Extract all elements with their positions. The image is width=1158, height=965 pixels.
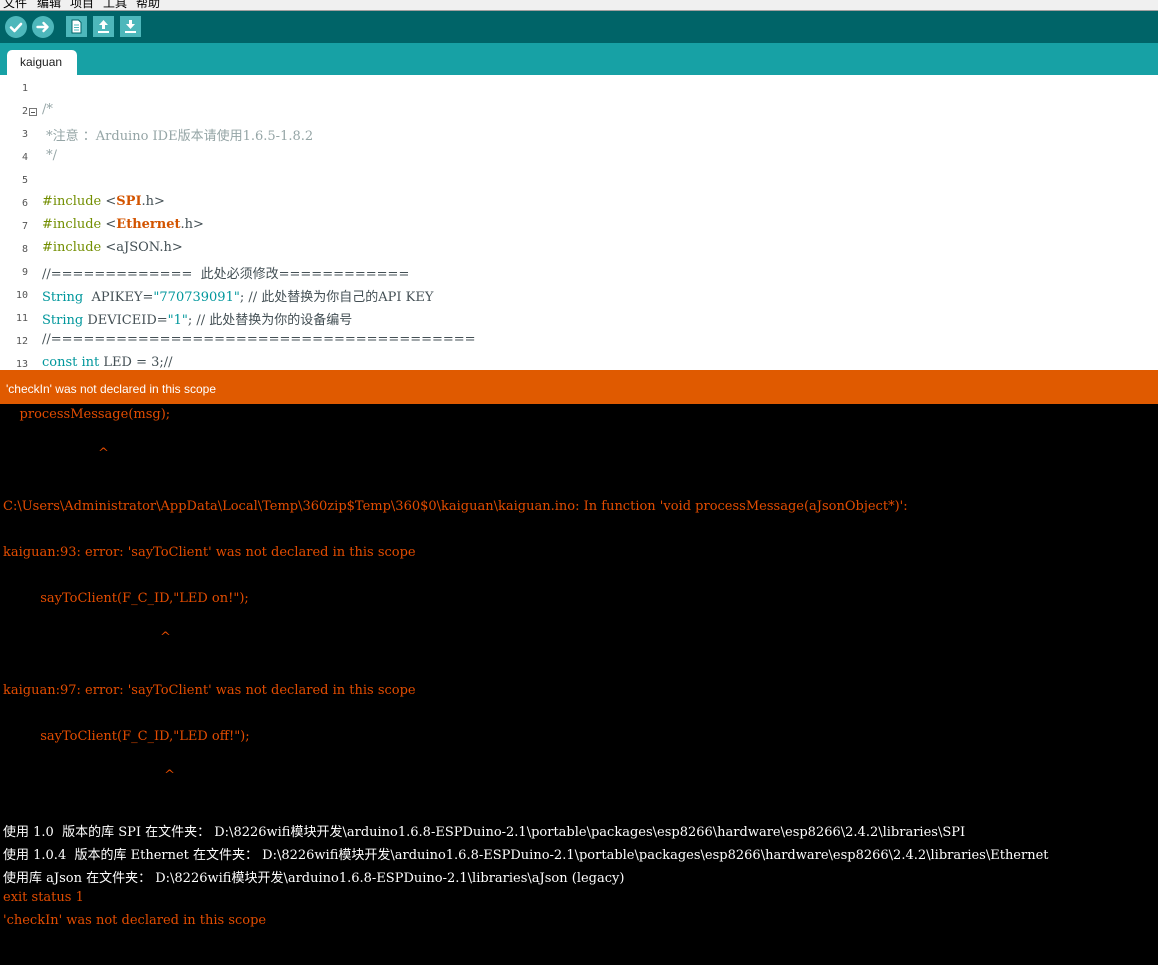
save-icon [125,20,136,33]
tab-kaiguan[interactable]: kaiguan [7,50,77,75]
code-text: <aJSON.h> [105,240,183,255]
code-line-6: #include <SPI.h> [42,194,165,209]
line-number: 6 [21,198,28,209]
code-text: < [105,194,117,209]
upload-icon [36,21,49,33]
status-message: 'checkIn' was not declared in this scope [6,382,217,396]
line-number: 2 [21,106,28,117]
error-status-bar: 'checkIn' was not declared in this scope [0,370,1158,404]
console-line: ^ [3,446,109,461]
code-editor[interactable]: 1 2 3 4 5 6 7 8 9 10 11 12 13 /* *注意 ：Ar… [0,75,1158,370]
line-number: 11 [15,313,28,324]
line-number: 3 [21,129,28,140]
code-text: < [105,217,117,232]
menu-bar: 文件 编辑 项目 工具 帮助 [0,0,1158,11]
type-keyword: String [42,290,84,305]
open-button[interactable] [93,16,114,37]
console-line: kaiguan:97: error: 'sayToClient' was not… [3,683,416,698]
line-number: 7 [21,221,28,232]
code-text: .h> [141,194,165,209]
preprocessor-keyword: #include [42,217,106,232]
console-line: 使用库 aJson 在文件夹： D:\8226wifi模块开发\arduino1… [3,871,625,886]
type-keyword: String [42,313,84,328]
console-line: sayToClient(F_C_ID,"LED off!"); [3,729,250,744]
upload-button[interactable] [32,16,54,38]
new-button[interactable] [66,16,87,37]
save-button[interactable] [120,16,141,37]
code-text: ; // 此处替换为你自己的API KEY [239,290,434,305]
console-line: sayToClient(F_C_ID,"LED on!"); [3,591,249,606]
console-output[interactable]: processMessage(msg); ^ C:\Users\Administ… [0,404,1158,965]
code-line-3: *注意 ：Arduino IDE版本请使用1.6.5-1.8.2 [42,129,314,144]
console-line: 使用 1.0.4 版本的库 Ethernet 在文件夹： D:\8226wifi… [3,848,1049,863]
line-number: 1 [21,83,28,94]
menu-help[interactable]: 帮助 [136,0,160,10]
line-number: 9 [21,267,28,278]
console-line: C:\Users\Administrator\AppData\Local\Tem… [3,499,908,514]
string-literal: "1" [167,313,188,328]
code-line-11: String DEVICEID="1"; // 此处替换为你的设备编号 [42,309,352,328]
line-number: 10 [15,290,28,301]
code-line-13: const int LED = 3;// [42,355,173,370]
line-number: 5 [21,175,28,186]
code-text: ; // 此处替换为你的设备编号 [187,313,353,328]
console-line: processMessage(msg); [3,407,171,422]
menu-sketch[interactable]: 项目 [70,0,94,10]
console-line: exit status 1 [3,890,84,905]
menu-tools[interactable]: 工具 [103,0,127,10]
open-icon [98,20,109,33]
code-line-12: //======================================… [42,332,476,347]
code-line-4: */ [42,148,58,163]
string-literal: "770739091" [153,290,240,305]
preprocessor-keyword: #include [42,194,106,209]
library-name: Ethernet [116,217,181,232]
verify-button[interactable] [5,16,27,38]
line-number: 8 [21,244,28,255]
code-text: APIKEY= [83,290,154,305]
code-text: .h> [180,217,204,232]
line-number: 12 [15,336,28,347]
menu-edit[interactable]: 编辑 [37,0,61,10]
tab-label: kaiguan [20,55,63,69]
code-line-10: String APIKEY="770739091"; // 此处替换为你自己的A… [42,286,433,305]
code-line-2: /* [42,102,53,117]
code-line-8: #include <aJSON.h> [42,240,183,255]
type-keyword: const int [42,355,100,370]
line-number-gutter: 1 2 3 4 5 6 7 8 9 10 11 12 13 [0,75,40,370]
console-line: ^ [3,630,171,645]
preprocessor-keyword: #include [42,240,106,255]
code-text: LED = 3;// [99,355,173,370]
code-line-9: //============= 此处必须修改============ [42,267,410,282]
console-line: 使用 1.0 版本的库 SPI 在文件夹： D:\8226wifi模块开发\ar… [3,825,966,840]
code-line-7: #include <Ethernet.h> [42,217,204,232]
tab-bar: kaiguan [0,43,1158,75]
menu-file[interactable]: 文件 [3,0,27,10]
line-number: 4 [21,152,28,163]
line-number: 13 [15,359,28,370]
library-name: SPI [116,194,142,209]
console-line: 'checkIn' was not declared in this scope [3,913,267,928]
console-line: kaiguan:93: error: 'sayToClient' was not… [3,545,416,560]
console-line: ^ [3,768,176,783]
verify-icon [9,22,23,33]
toolbar [0,11,1158,43]
fold-toggle-icon[interactable] [29,108,37,116]
code-text: DEVICEID= [83,313,168,328]
new-icon [71,19,82,34]
